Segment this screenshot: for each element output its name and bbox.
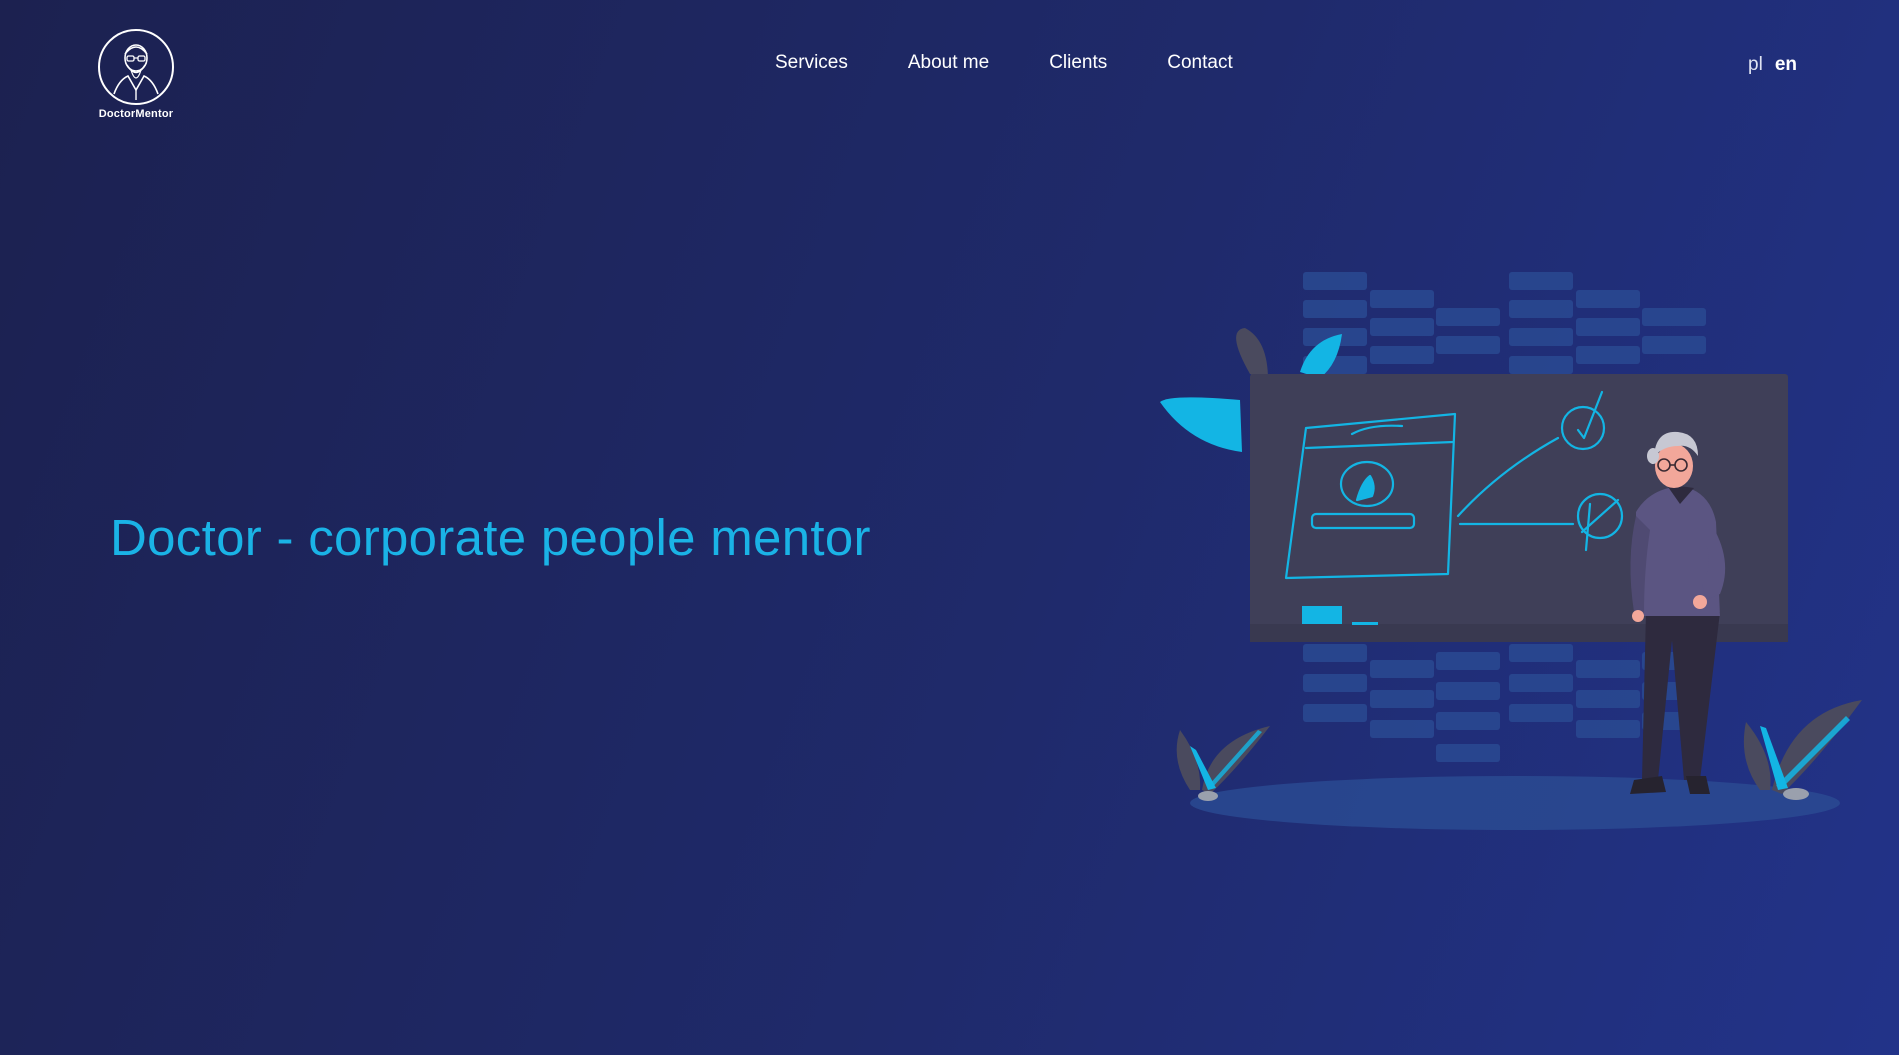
whiteboard-marker <box>1302 606 1342 624</box>
language-switcher: pl en <box>1748 54 1797 76</box>
floor-shadow <box>1190 776 1840 830</box>
nav-item-services[interactable]: Services <box>775 52 848 74</box>
nav-item-contact[interactable]: Contact <box>1167 52 1232 74</box>
mentor-at-whiteboard-illustration <box>1160 272 1862 830</box>
main-nav: Services About me Clients Contact <box>775 52 1293 74</box>
nav-item-clients[interactable]: Clients <box>1049 52 1107 74</box>
leaf-blue-large <box>1160 397 1242 452</box>
nav-item-about-me[interactable]: About me <box>908 52 989 74</box>
lang-option-pl[interactable]: pl <box>1748 54 1763 76</box>
leaf-grey <box>1236 328 1268 380</box>
logo[interactable]: DoctorMentor <box>96 28 176 120</box>
hero-title: Doctor - corporate people mentor <box>110 509 871 566</box>
plant-right <box>1743 700 1862 800</box>
logo-text: DoctorMentor <box>98 108 174 120</box>
whiteboard-marker-cap <box>1352 622 1378 625</box>
lang-option-en[interactable]: en <box>1775 54 1797 76</box>
doctor-portrait-icon <box>98 29 174 105</box>
